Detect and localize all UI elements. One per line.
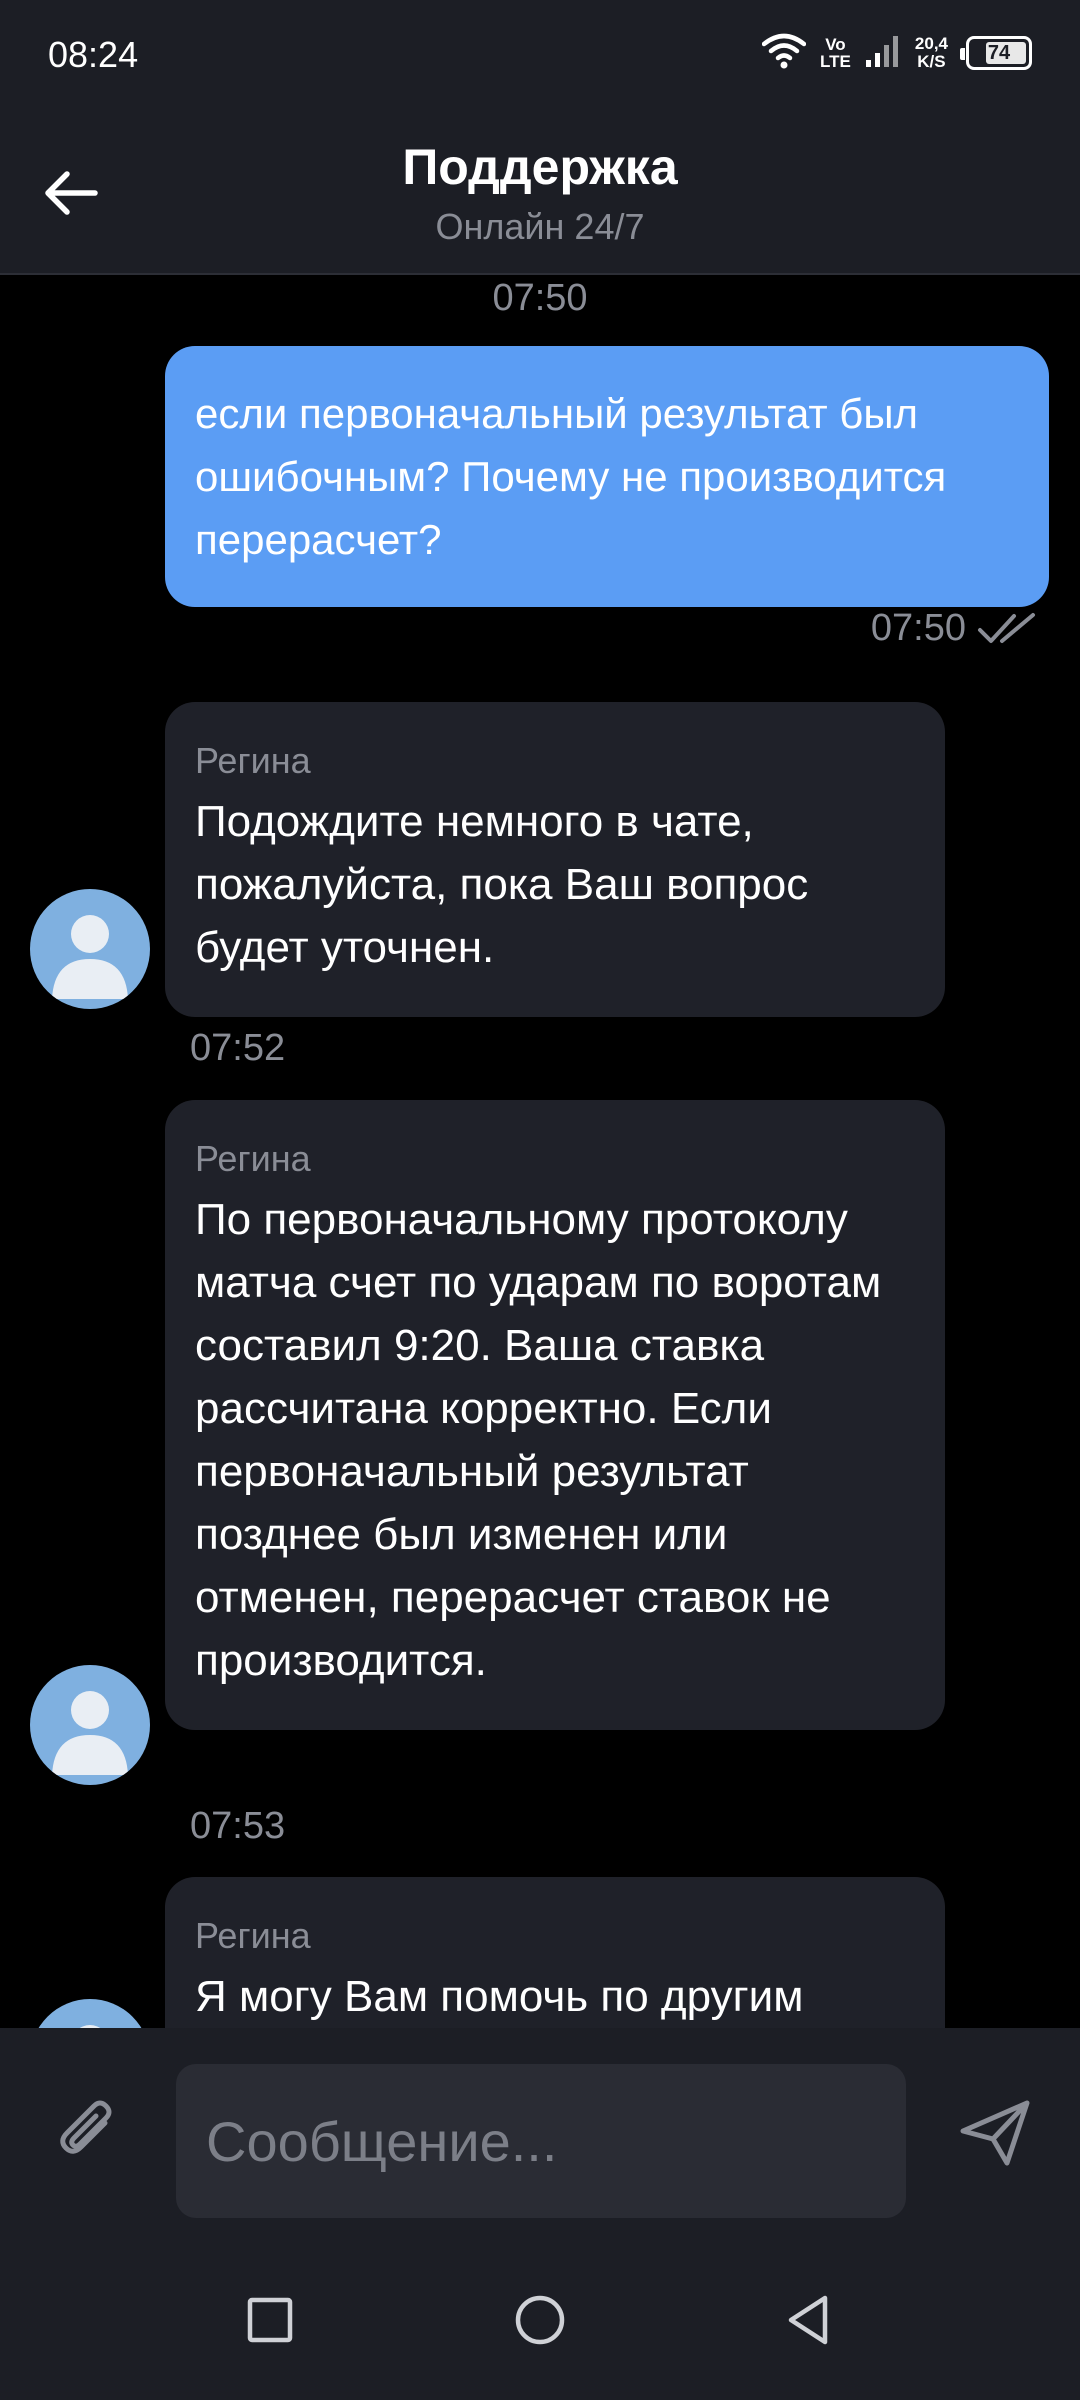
message-list[interactable]: 07:50 если первоначальный результат был … [0, 277, 1080, 2028]
outgoing-message[interactable]: если первоначальный результат был ошибоч… [165, 346, 1049, 607]
system-nav-bar [0, 2240, 1080, 2400]
message-text: Подождите немного в чате, пожалуйста, по… [195, 797, 809, 972]
status-time: 08:24 [48, 34, 139, 75]
send-button[interactable] [950, 2088, 1040, 2178]
message-time: 07:52 [190, 1027, 286, 1069]
incoming-message[interactable]: Регина Я могу Вам помочь по другим [165, 1877, 945, 2028]
home-circle-icon [515, 2295, 565, 2345]
battery-icon: 74 [960, 36, 1032, 70]
page-title: Поддержка [402, 139, 678, 195]
message-text: По первоначальному протоколу матча счет … [195, 1195, 882, 1685]
incoming-message[interactable]: Регина По первоначальному протоколу матч… [165, 1100, 945, 1730]
sender-name: Регина [195, 1138, 311, 1179]
avatar [30, 1999, 150, 2028]
message-time: 07:50 [870, 607, 966, 649]
volte-indicator: Vo LTE [820, 36, 851, 70]
outgoing-message-meta: 07:50 [871, 607, 1038, 650]
chat-screen: 08:24 Vo LTE 20,4 K/S 74 Поддержка Онлай… [0, 0, 1080, 2400]
status-bar: 08:24 Vo LTE 20,4 K/S 74 [0, 0, 1080, 110]
message-time: 07:53 [190, 1805, 286, 1847]
recents-square-icon [247, 2297, 293, 2343]
paperclip-icon [60, 2100, 112, 2154]
network-speed: 20,4 K/S [915, 35, 948, 71]
network-speed-unit: K/S [917, 52, 946, 71]
network-speed-value: 20,4 [914, 34, 948, 53]
wifi-icon [761, 32, 807, 75]
status-icons: Vo LTE 20,4 K/S 74 [761, 30, 1032, 76]
avatar [30, 889, 150, 1009]
battery-level: 74 [987, 41, 1011, 64]
message-text: Я могу Вам помочь по другим [195, 1972, 804, 2021]
home-button[interactable] [500, 2280, 580, 2360]
back-triangle-icon [788, 2295, 828, 2345]
chat-header: Поддержка Онлайн 24/7 [0, 110, 1080, 275]
recents-button[interactable] [230, 2280, 310, 2360]
signal-icon [865, 34, 901, 73]
online-status: Онлайн 24/7 [435, 206, 645, 247]
incoming-message[interactable]: Регина Подождите немного в чате, пожалуй… [165, 702, 945, 1017]
message-composer [0, 2028, 1080, 2240]
volte-bottom-label: LTE [820, 52, 851, 71]
message-text: если первоначальный результат был ошибоч… [195, 390, 947, 563]
sender-name: Регина [195, 1915, 311, 1956]
sender-name: Регина [195, 740, 311, 781]
double-check-icon [978, 612, 1035, 643]
message-time-divider: 07:50 [492, 277, 588, 319]
send-icon [960, 2100, 1030, 2166]
message-input[interactable] [176, 2064, 906, 2218]
attach-button[interactable] [44, 2088, 134, 2178]
system-back-button[interactable] [768, 2280, 848, 2360]
volte-top-label: Vo [825, 35, 846, 54]
avatar [30, 1665, 150, 1785]
